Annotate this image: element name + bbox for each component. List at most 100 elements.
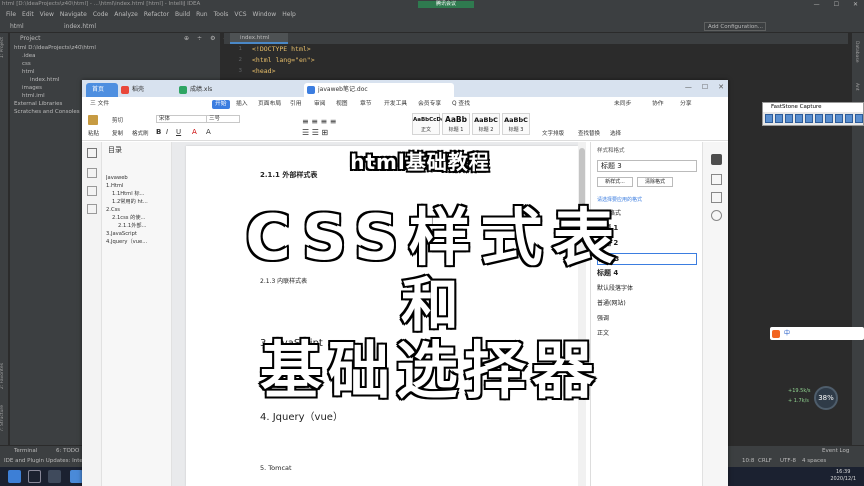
- menu-vcs[interactable]: VCS: [231, 9, 249, 20]
- windows-start-icon[interactable]: [8, 470, 21, 483]
- search-icon[interactable]: [28, 470, 41, 483]
- menu-analyze[interactable]: Analyze: [111, 9, 141, 20]
- menu-refactor[interactable]: Refactor: [141, 9, 172, 20]
- current-style-select[interactable]: 标题 3: [597, 160, 697, 172]
- capture-icon[interactable]: [805, 114, 813, 123]
- project-tool-tab[interactable]: 1: Project: [0, 37, 9, 58]
- ime-toolbar[interactable]: 中: [770, 327, 864, 340]
- format-painter-button[interactable]: 格式刷: [132, 129, 149, 137]
- style-heading3[interactable]: AaBbC 标题 3: [502, 113, 530, 135]
- capture-icon[interactable]: [815, 114, 823, 123]
- event-log[interactable]: Event Log: [822, 448, 849, 454]
- project-panel-title[interactable]: Project: [20, 35, 41, 42]
- italic-button[interactable]: I: [166, 128, 168, 136]
- ribbon-tab-layout[interactable]: 页面布局: [258, 97, 281, 111]
- tab-docer[interactable]: 稻壳: [118, 83, 174, 97]
- style-normal[interactable]: AaBbCcDd 正文: [412, 113, 445, 135]
- style-heading2[interactable]: AaBbC 标题 2: [472, 113, 500, 135]
- menu-help[interactable]: Help: [279, 9, 299, 20]
- ime-mode[interactable]: 中: [784, 327, 790, 340]
- maximize-icon[interactable]: ☐: [834, 0, 839, 9]
- ribbon-tab-chapter[interactable]: 章节: [360, 97, 372, 111]
- toc-item[interactable]: 1.Html: [106, 182, 170, 190]
- system-clock[interactable]: 16:39 2020/12/1: [830, 469, 856, 483]
- help-icon[interactable]: [711, 210, 722, 221]
- add-configuration-button[interactable]: Add Configuration...: [704, 22, 766, 31]
- doc-scrollbar[interactable]: [578, 142, 586, 486]
- capture-icon[interactable]: [835, 114, 843, 123]
- ribbon-tab-dev[interactable]: 开发工具: [384, 97, 407, 111]
- find-replace-button[interactable]: 查找替换: [578, 129, 600, 137]
- capture-icon[interactable]: [775, 114, 783, 123]
- menu-run[interactable]: Run: [193, 9, 211, 20]
- clear-format-button[interactable]: 清除格式: [637, 177, 673, 187]
- bold-button[interactable]: B: [156, 128, 161, 136]
- select-button[interactable]: 选择: [610, 129, 621, 137]
- tab-home[interactable]: 首页: [86, 83, 118, 97]
- close-icon[interactable]: ✕: [718, 83, 724, 91]
- database-tool-tab[interactable]: Database: [854, 41, 859, 62]
- page-icon[interactable]: [87, 186, 97, 196]
- cut-button[interactable]: 剪切: [112, 116, 123, 124]
- highlight-button[interactable]: A: [206, 128, 211, 136]
- close-icon[interactable]: ✕: [853, 0, 858, 9]
- ribbon-tab-start[interactable]: 开始: [212, 100, 230, 109]
- menu-code[interactable]: Code: [90, 9, 111, 20]
- menu-window[interactable]: Window: [250, 9, 280, 20]
- style-heading1[interactable]: AaBb 标题 1: [442, 113, 470, 135]
- collaborate-button[interactable]: 协作: [652, 97, 664, 111]
- ribbon-tab-insert[interactable]: 插入: [236, 97, 248, 111]
- underline-button[interactable]: U: [176, 128, 181, 136]
- toc-item[interactable]: 1.2常用的 ht...: [106, 198, 170, 206]
- ant-tool-tab[interactable]: Ant: [854, 83, 859, 91]
- toc-item[interactable]: 1.1Html 标...: [106, 190, 170, 198]
- code-editor[interactable]: <!DOCTYPE html> <html lang="en"> <head>: [252, 44, 552, 84]
- shape-icon[interactable]: [711, 192, 722, 203]
- editor-tab-index[interactable]: index.html: [230, 33, 288, 44]
- bookmark-icon[interactable]: [87, 168, 97, 178]
- copy-button[interactable]: 复制: [112, 129, 123, 137]
- style-item[interactable]: 默认段落字体: [597, 283, 697, 292]
- new-style-button[interactable]: 新样式...: [597, 177, 633, 187]
- toc-item[interactable]: 4.Jquery（vue...: [106, 238, 170, 246]
- menu-view[interactable]: View: [37, 9, 57, 20]
- share-button[interactable]: 分享: [680, 97, 692, 111]
- capture-icon[interactable]: [795, 114, 803, 123]
- todo-tab[interactable]: 6: TODO: [56, 448, 79, 454]
- capture-icon[interactable]: [765, 114, 773, 123]
- minimize-icon[interactable]: —: [685, 83, 692, 91]
- ribbon-tab-reference[interactable]: 引用: [290, 97, 302, 111]
- tree-item[interactable]: html D:\IdeaProjects\z40\html: [10, 44, 220, 52]
- toc-item[interactable]: Javaweb: [106, 174, 170, 182]
- capture-icon[interactable]: [845, 114, 853, 123]
- search-icon[interactable]: [87, 204, 97, 214]
- style-item[interactable]: 普通(网站): [597, 298, 697, 307]
- list-icons[interactable]: ☰ ☰ ⊞: [302, 128, 328, 137]
- encoding[interactable]: UTF-8: [780, 458, 796, 464]
- paste-button[interactable]: 粘贴: [88, 129, 99, 137]
- align-icons[interactable]: ≡ ≡ ≡ ≡: [302, 117, 336, 126]
- minimize-icon[interactable]: —: [814, 0, 820, 9]
- terminal-tab[interactable]: Terminal: [14, 448, 37, 454]
- ribbon-tab-member[interactable]: 会员专享: [418, 97, 441, 111]
- gear-icon[interactable]: ⚙: [210, 33, 215, 44]
- ribbon-tab-file[interactable]: 三 文件: [90, 97, 109, 111]
- style-item[interactable]: 强调: [597, 313, 697, 322]
- toc-icon[interactable]: [87, 148, 97, 158]
- line-separator[interactable]: CRLF: [758, 458, 772, 464]
- ribbon-tab-view[interactable]: 视图: [336, 97, 348, 111]
- breadcrumb-project[interactable]: html: [10, 20, 24, 33]
- toc-item[interactable]: 2.1.1外部...: [106, 222, 170, 230]
- toc-item[interactable]: 3.JavaScript: [106, 230, 170, 238]
- tree-item[interactable]: css: [10, 60, 220, 68]
- meeting-indicator[interactable]: 腾讯会议: [418, 1, 474, 8]
- sync-status[interactable]: 未同步: [614, 97, 631, 111]
- maximize-icon[interactable]: ☐: [702, 83, 708, 91]
- select-icon[interactable]: [711, 174, 722, 185]
- menu-navigate[interactable]: Navigate: [57, 9, 90, 20]
- text-layout-button[interactable]: 文字排版: [542, 129, 564, 137]
- tree-item[interactable]: .idea: [10, 52, 220, 60]
- favorites-tool-tab[interactable]: 2: Favorites: [0, 363, 9, 389]
- target-icon[interactable]: ⊕: [184, 33, 189, 44]
- font-color-button[interactable]: A: [192, 128, 197, 136]
